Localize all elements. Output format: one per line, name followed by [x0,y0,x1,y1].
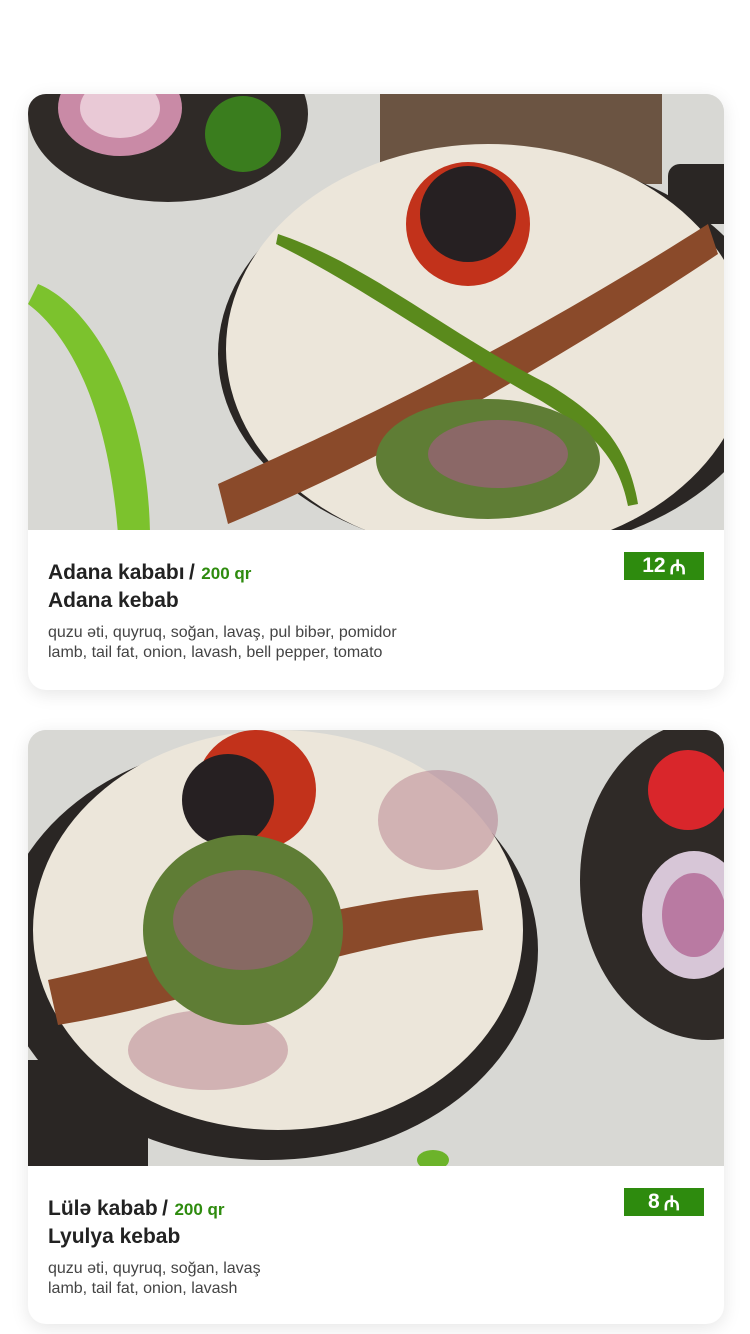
manat-icon: ₼ [663,1192,680,1215]
dish-description-en: lamb, tail fat, onion, lavash, bell pepp… [48,644,383,661]
dish-name-en: Adana kebab [48,589,179,612]
dish-photo-lule [28,730,724,1166]
price-value: 12 [642,554,666,577]
dish-description: quzu əti, quyruq, soğan, lavaş, pul bibə… [48,623,704,663]
dish-description-az: quzu əti, quyruq, soğan, lavaş [48,1260,261,1277]
dish-name-en: Lyulya kebab [48,1225,181,1248]
title-separator: / [162,1197,168,1220]
manat-icon: ₼ [669,556,686,579]
dish-title-az: Adana kababı / 200 qr [48,558,704,588]
menu-card-adana[interactable]: Adana kababı / 200 qr Adana kebab quzu ə… [28,94,724,690]
price-badge: 8 ₼ [624,1188,704,1216]
title-separator: / [189,561,195,584]
dish-photo-adana [28,94,724,530]
dish-title-az: Lülə kabab / 200 qr [48,1194,704,1224]
price-badge: 12 ₼ [624,552,704,580]
dish-description: quzu əti, quyruq, soğan, lavaş lamb, tai… [48,1259,704,1299]
dish-name-az: Adana kababı [48,561,185,584]
menu-card-lule[interactable]: Lülə kabab / 200 qr Lyulya kebab quzu ət… [28,730,724,1324]
price-value: 8 [648,1190,660,1213]
dish-description-az: quzu əti, quyruq, soğan, lavaş, pul bibə… [48,624,397,641]
dish-name-az: Lülə kabab [48,1197,158,1220]
dish-weight: 200 qr [201,564,252,583]
dish-description-en: lamb, tail fat, onion, lavash [48,1280,238,1297]
dish-weight: 200 qr [174,1200,225,1219]
